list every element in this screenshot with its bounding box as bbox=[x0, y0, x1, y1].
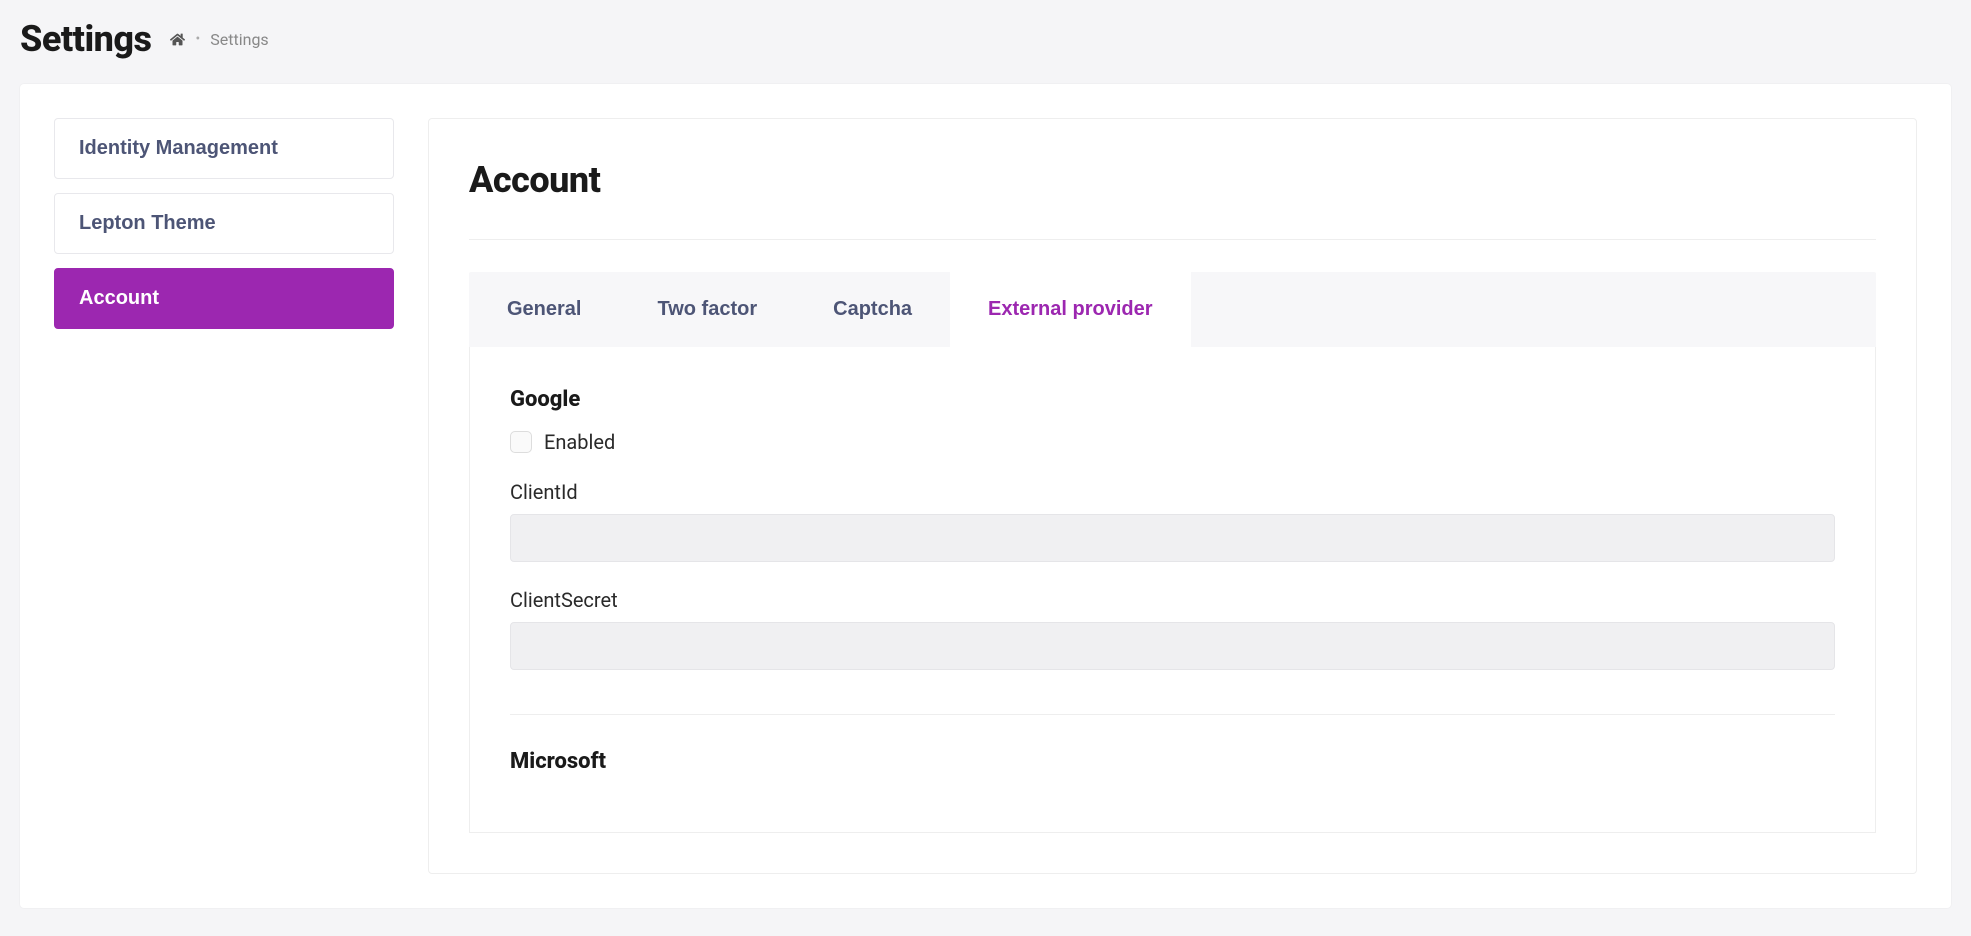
provider-title-google: Google bbox=[510, 387, 1835, 412]
tabs: General Two factor Captcha External prov… bbox=[469, 272, 1876, 347]
breadcrumb-current: Settings bbox=[210, 30, 268, 49]
settings-sidebar: Identity Management Lepton Theme Account bbox=[54, 118, 394, 343]
google-clientsecret-label: ClientSecret bbox=[510, 588, 1835, 612]
page-title: Settings bbox=[20, 18, 152, 60]
tab-external-provider[interactable]: External provider bbox=[950, 272, 1191, 347]
breadcrumb-separator: • bbox=[196, 31, 201, 47]
tab-captcha[interactable]: Captcha bbox=[795, 272, 950, 347]
content-divider bbox=[469, 239, 1876, 240]
home-icon[interactable] bbox=[170, 31, 186, 47]
provider-google: Google Enabled ClientId ClientSecret bbox=[510, 387, 1835, 696]
breadcrumb: • Settings bbox=[170, 30, 269, 49]
content-panel: Account General Two factor Captcha Exter… bbox=[428, 118, 1917, 874]
tab-panel-external-provider: Google Enabled ClientId ClientSecret Mic… bbox=[469, 347, 1876, 833]
provider-title-microsoft: Microsoft bbox=[510, 749, 1835, 774]
google-enabled-row: Enabled bbox=[510, 430, 1835, 454]
tab-general[interactable]: General bbox=[469, 272, 619, 347]
google-enabled-label: Enabled bbox=[544, 430, 615, 454]
google-clientsecret-input[interactable] bbox=[510, 622, 1835, 670]
content-title: Account bbox=[469, 159, 1876, 201]
sidebar-item-lepton-theme[interactable]: Lepton Theme bbox=[54, 193, 394, 254]
main-card: Identity Management Lepton Theme Account… bbox=[20, 84, 1951, 908]
provider-divider bbox=[510, 714, 1835, 715]
tab-two-factor[interactable]: Two factor bbox=[619, 272, 795, 347]
sidebar-item-identity-management[interactable]: Identity Management bbox=[54, 118, 394, 179]
google-clientid-label: ClientId bbox=[510, 480, 1835, 504]
sidebar-item-account[interactable]: Account bbox=[54, 268, 394, 329]
google-enabled-checkbox[interactable] bbox=[510, 431, 532, 453]
page-header: Settings • Settings bbox=[0, 0, 1971, 84]
google-clientid-input[interactable] bbox=[510, 514, 1835, 562]
provider-microsoft: Microsoft bbox=[510, 749, 1835, 774]
